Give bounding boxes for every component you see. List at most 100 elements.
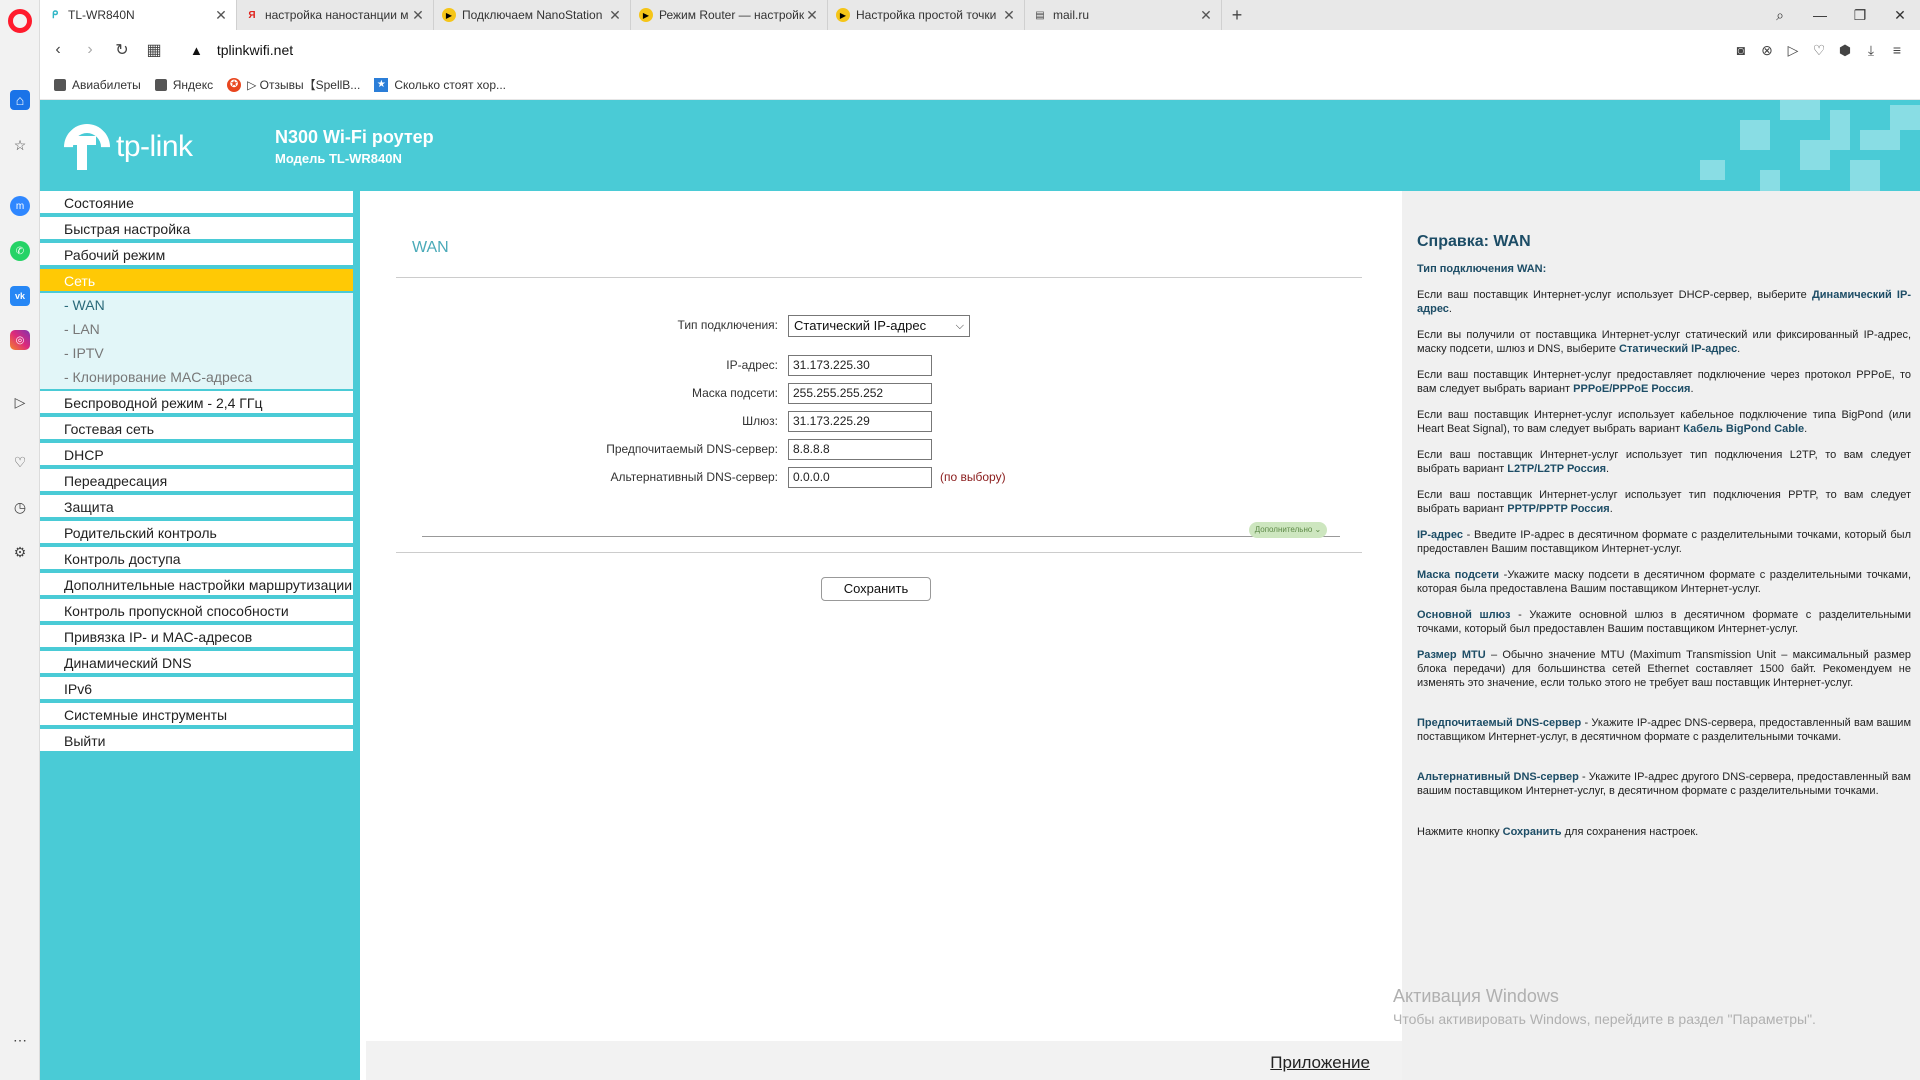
close-tab-icon[interactable]: ✕ xyxy=(805,7,819,24)
close-tab-icon[interactable]: ✕ xyxy=(1002,7,1016,24)
menu-icon[interactable]: ≡ xyxy=(1884,36,1910,64)
help-subtitle: Тип подключения WAN: xyxy=(1417,263,1547,275)
youtube-favicon-icon: ▶ xyxy=(442,8,456,22)
gateway-input[interactable]: 31.173.225.29 xyxy=(788,411,932,432)
bookmark-spellbook[interactable]: ✪ ▷ Отзывы【SpellB... xyxy=(227,76,360,93)
close-tab-icon[interactable]: ✕ xyxy=(1199,7,1213,24)
bookmark-aviabilety[interactable]: Авиабилеты xyxy=(54,78,141,92)
network-submenu: - WAN - LAN - IPTV - Клонирование MAC-ад… xyxy=(40,293,353,389)
menu-status[interactable]: Состояние xyxy=(40,191,353,215)
messenger-icon[interactable]: m xyxy=(10,196,30,216)
menu-logout[interactable]: Выйти xyxy=(40,729,353,753)
dns2-input[interactable]: 0.0.0.0 xyxy=(788,467,932,488)
url-field[interactable]: ▲ tplinkwifi.net xyxy=(190,42,293,58)
tab-nanostation[interactable]: ▶ Подключаем NanoStation ✕ xyxy=(434,0,631,30)
help-paragraph: Основной шлюз - Укажите основной шлюз в … xyxy=(1417,609,1912,635)
menu-dhcp[interactable]: DHCP xyxy=(40,443,353,467)
bookmark-label: Яндекс xyxy=(172,77,214,92)
save-button[interactable]: Сохранить xyxy=(821,577,931,601)
advanced-toggle-button[interactable]: Дополнительно ⌄ xyxy=(1249,522,1327,538)
chevron-down-icon: ⌵ xyxy=(955,320,964,332)
close-window-icon[interactable]: ✕ xyxy=(1880,0,1920,30)
youtube-favicon-icon: ▶ xyxy=(639,8,653,22)
connection-type-select[interactable]: Статический IP-адрес ⌵ xyxy=(788,315,970,337)
tab-mail[interactable]: ▤ mail.ru ✕ xyxy=(1025,0,1222,30)
history-icon[interactable]: ◷ xyxy=(10,497,30,517)
wallet-icon[interactable]: ⬢ xyxy=(1832,36,1858,64)
opera-logo-icon[interactable] xyxy=(8,9,32,33)
menu-forwarding[interactable]: Переадресация xyxy=(40,469,353,493)
model-subtitle: Модель TL-WR840N xyxy=(275,151,402,166)
back-icon[interactable]: ‹ xyxy=(44,36,72,64)
menu-security[interactable]: Защита xyxy=(40,495,353,519)
forward-icon[interactable]: › xyxy=(76,36,104,64)
connection-type-label: Тип подключения: xyxy=(677,318,778,332)
tab-title: Настройка простой точки xyxy=(856,8,997,22)
help-panel: Справка: WAN Тип подключения WAN: Если в… xyxy=(1402,191,1920,1080)
new-tab-plus-icon[interactable]: + xyxy=(1222,0,1252,30)
tab-tl-wr840n[interactable]: ᑭ TL-WR840N ✕ xyxy=(40,0,237,30)
menu-ipv6[interactable]: IPv6 xyxy=(40,677,353,701)
windows-activation-title: Активация Windows xyxy=(1393,986,1559,1006)
search-tabs-icon[interactable]: ⌕ xyxy=(1760,0,1800,30)
menu-ip-mac-binding[interactable]: Привязка IP- и MAC-адресов xyxy=(40,625,353,649)
home-icon[interactable]: ⌂ xyxy=(10,90,30,110)
mask-row: Маска подсети: 255.255.255.252 xyxy=(360,383,1402,405)
reload-icon[interactable]: ↻ xyxy=(108,36,136,64)
vk-icon[interactable]: vk xyxy=(10,286,30,306)
ip-input[interactable]: 31.173.225.30 xyxy=(788,355,932,376)
camera-icon[interactable]: ◙ xyxy=(1728,36,1754,64)
mask-input[interactable]: 255.255.255.252 xyxy=(788,383,932,404)
help-paragraph: IP-адрес - Введите IP-адрес в десятичном… xyxy=(1417,529,1911,555)
restore-icon[interactable]: ❐ xyxy=(1840,0,1880,30)
menu-system-tools[interactable]: Системные инструменты xyxy=(40,703,353,727)
menu-guest-network[interactable]: Гостевая сеть xyxy=(40,417,353,441)
tab-router-mode[interactable]: ▶ Режим Router — настройк ✕ xyxy=(631,0,828,30)
menu-quick-setup[interactable]: Быстрая настройка xyxy=(40,217,353,241)
submenu-mac-clone[interactable]: - Клонирование MAC-адреса xyxy=(64,369,252,385)
tab-title: настройка наностанции м xyxy=(265,8,409,22)
heart-icon[interactable]: ♡ xyxy=(1806,36,1832,64)
help-paragraph: Нажмите кнопку Сохранить для сохранения … xyxy=(1417,826,1699,838)
gateway-label: Шлюз: xyxy=(742,414,778,428)
star-badge-icon: ✪ xyxy=(227,77,242,92)
send-icon[interactable]: ▷ xyxy=(10,392,30,412)
tab-access-point[interactable]: ▶ Настройка простой точки ✕ xyxy=(828,0,1025,30)
tplink-favicon-icon: ᑭ xyxy=(51,9,59,21)
menu-access-control[interactable]: Контроль доступа xyxy=(40,547,353,571)
menu-dynamic-dns[interactable]: Динамический DNS xyxy=(40,651,353,675)
windows-activation-text: Чтобы активировать Windows, перейдите в … xyxy=(1393,1011,1816,1027)
adblock-icon[interactable]: ⊗ xyxy=(1754,36,1780,64)
bookmark-yandex[interactable]: Яндекс xyxy=(154,77,214,92)
menu-operation-mode[interactable]: Рабочий режим xyxy=(40,243,353,267)
submenu-iptv[interactable]: - IPTV xyxy=(64,345,104,361)
decor-block xyxy=(1780,100,1820,120)
submenu-lan[interactable]: - LAN xyxy=(64,321,100,337)
app-link[interactable]: Приложение xyxy=(1270,1053,1370,1073)
heart-icon[interactable]: ♡ xyxy=(10,452,30,472)
help-paragraph: Если ваш поставщик Интернет-услуг исполь… xyxy=(1417,489,1911,515)
menu-network[interactable]: Сеть xyxy=(40,269,353,293)
tab-grid-icon[interactable]: ▦ xyxy=(140,36,168,64)
more-dots-icon[interactable]: ⋯ xyxy=(10,1030,30,1050)
menu-advanced-routing[interactable]: Дополнительные настройки маршрутизации xyxy=(40,573,353,597)
download-icon[interactable]: ⤓ xyxy=(1858,36,1884,64)
menu-wireless[interactable]: Беспроводной режим - 2,4 ГГц xyxy=(40,391,353,415)
security-warning-icon[interactable]: ▲ xyxy=(190,43,203,58)
settings-gear-icon[interactable]: ⚙ xyxy=(10,542,30,562)
whatsapp-icon[interactable]: ✆ xyxy=(10,241,30,261)
minimize-icon[interactable]: — xyxy=(1800,0,1840,30)
menu-bandwidth-control[interactable]: Контроль пропускной способности xyxy=(40,599,353,623)
bookmarks-icon[interactable]: ☆ xyxy=(10,135,30,155)
tab-yandex-search[interactable]: Я настройка наностанции м ✕ xyxy=(237,0,434,30)
address-actions: ◙ ⊗ ▷ ♡ ⬢ ⤓ ≡ xyxy=(1728,36,1910,64)
menu-parental-control[interactable]: Родительский контроль xyxy=(40,521,353,545)
bookmark-prices[interactable]: ★ Сколько стоят хор... xyxy=(374,77,506,92)
dns1-input[interactable]: 8.8.8.8 xyxy=(788,439,932,460)
send-icon[interactable]: ▷ xyxy=(1780,36,1806,64)
close-tab-icon[interactable]: ✕ xyxy=(608,7,622,24)
close-tab-icon[interactable]: ✕ xyxy=(214,7,228,24)
instagram-icon[interactable]: ◎ xyxy=(10,330,30,350)
close-tab-icon[interactable]: ✕ xyxy=(411,7,425,24)
submenu-wan[interactable]: - WAN xyxy=(64,297,105,313)
